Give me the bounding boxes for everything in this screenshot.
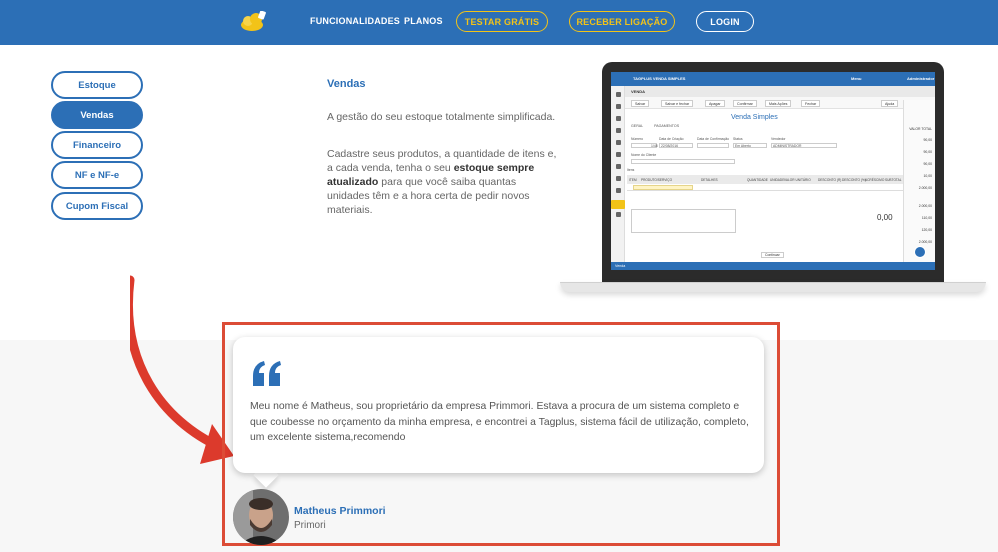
side-tab-financeiro[interactable]: Financeiro [51, 131, 143, 159]
app-save-button: Salvar [631, 100, 650, 107]
app-top-menu: Menu [851, 76, 862, 81]
app-bottom-tab: Venda [615, 264, 626, 268]
app-grid-col: PRODUTO/SERVIÇO [641, 177, 673, 182]
app-preview: TAGPLUS VENDA SIMPLES Menu Administrador… [611, 72, 935, 270]
app-bottom-bar: Venda [611, 262, 935, 270]
testimonial-company: Primori [294, 520, 326, 531]
feature-intro: A gestão do seu estoque totalmente simpl… [327, 111, 556, 123]
app-help-button: Ajuda [881, 100, 899, 107]
app-toolbar: Salvar Salvar e fechar Apagar Confirmar … [625, 97, 935, 109]
chat-fab-icon [914, 246, 926, 258]
app-total-value: 0,00 [877, 213, 893, 222]
quote-icon [253, 361, 281, 386]
app-right-value: 2.000,00 [918, 186, 932, 190]
app-grid-header: ITEM PRODUTO/SERVIÇO DETALHES QUANTIDADE… [627, 175, 919, 184]
app-sidebar [611, 86, 625, 262]
side-tab-cupom-fiscal[interactable]: Cupom Fiscal [51, 192, 143, 220]
app-observations-box [631, 209, 736, 233]
app-right-value: 110,00 [921, 216, 932, 220]
feature-title: Vendas [327, 78, 366, 90]
testimonial-quote: Meu nome é Matheus, sou proprietário da … [250, 401, 749, 443]
app-right-value: 120,00 [921, 228, 932, 232]
app-grid-col: VALOR UNITÁRIO [784, 177, 811, 182]
app-field-confirmacao [697, 143, 729, 148]
app-grid-col: DESCONTO (R) [818, 177, 842, 182]
app-right-panel: VALOR TOTAL 90,00 90,00 90,00 10,00 2.00… [903, 100, 935, 262]
app-right-value: 90,00 [923, 138, 933, 142]
app-right-value: 10,00 [923, 174, 933, 178]
app-value-status: Em Aberto [735, 144, 751, 148]
login-button[interactable]: LOGIN [696, 11, 754, 32]
side-tab-estoque[interactable]: Estoque [51, 71, 143, 99]
app-confirm-button: Confirmar [733, 100, 757, 107]
app-delete-button: Apagar [705, 100, 725, 107]
app-right-value: VALOR TOTAL [909, 127, 932, 131]
app-save-close-button: Salvar e fechar [661, 100, 694, 107]
app-grid-col: DETALHES [701, 177, 718, 182]
app-label-numero: Número [631, 137, 644, 141]
feature-body: Cadastre seus produtos, a quantidade de … [327, 147, 559, 217]
app-value-data: 22/08/2016 [661, 144, 678, 148]
request-call-button[interactable]: RECEBER LIGAÇÃO [569, 11, 675, 32]
app-grid-col: SUBTOTAL [885, 177, 902, 182]
app-tab-pagamentos: PAGAMENTOS [654, 124, 680, 128]
app-top-title: TAGPLUS VENDA SIMPLES [633, 76, 686, 81]
test-free-button[interactable]: TESTAR GRÁTIS [456, 11, 548, 32]
logo-icon[interactable] [240, 11, 266, 31]
app-right-value: 90,00 [923, 150, 933, 154]
app-heading: Venda Simples [731, 114, 778, 121]
app-right-value: 2.000,00 [918, 204, 932, 208]
app-grid-col: UNIDADE [770, 177, 785, 182]
side-tab-vendas[interactable]: Vendas [51, 101, 143, 129]
top-navbar: FUNCIONALIDADES PLANOS TESTAR GRÁTIS REC… [0, 0, 998, 45]
app-value-numero: 1/48 [651, 144, 658, 148]
app-label-data-confirmacao: Data de Confirmação [697, 137, 730, 141]
avatar [233, 489, 289, 545]
app-field-cliente [631, 159, 735, 164]
app-top-user: Administrador [907, 76, 935, 81]
app-grid-col: QUANTIDADE [747, 177, 768, 182]
nav-link-funcionalidades[interactable]: FUNCIONALIDADES [310, 16, 400, 26]
app-section-bar: VENDA [625, 86, 935, 97]
app-section-title: VENDA [631, 89, 646, 94]
app-close-button: Fechar [801, 100, 821, 107]
app-label-vendedor: Vendedor [771, 137, 786, 141]
app-topbar: TAGPLUS VENDA SIMPLES Menu Administrador [611, 72, 935, 86]
app-right-value: 90,00 [923, 162, 933, 166]
app-label-itens: Itens [627, 168, 635, 172]
app-value-vendedor: ADMINISTRADOR [773, 144, 802, 148]
app-tabs: GERAL PAGAMENTOS [631, 124, 679, 128]
app-continue-button: Continuar [761, 252, 784, 258]
app-label-data-criacao: Data de Criação [659, 137, 684, 141]
testimonial-name: Matheus Primmori [294, 505, 386, 517]
app-grid-col: ITEM [629, 177, 637, 182]
app-right-value: 2.000,00 [918, 240, 932, 244]
app-grid-col: ACRÉSCIMO [865, 177, 885, 182]
app-tab-geral: GERAL [631, 124, 644, 128]
app-product-field [633, 185, 693, 190]
side-tab-nf[interactable]: NF e NF-e [51, 161, 143, 189]
app-more-actions-button: Mais Ações [765, 100, 792, 107]
laptop-base [560, 282, 986, 292]
app-label-status: Status [733, 137, 743, 141]
app-grid-col: DESCONTO (%) [842, 177, 866, 182]
app-label-cliente: Nome do Cliente [631, 153, 657, 157]
nav-link-planos[interactable]: PLANOS [404, 16, 443, 26]
